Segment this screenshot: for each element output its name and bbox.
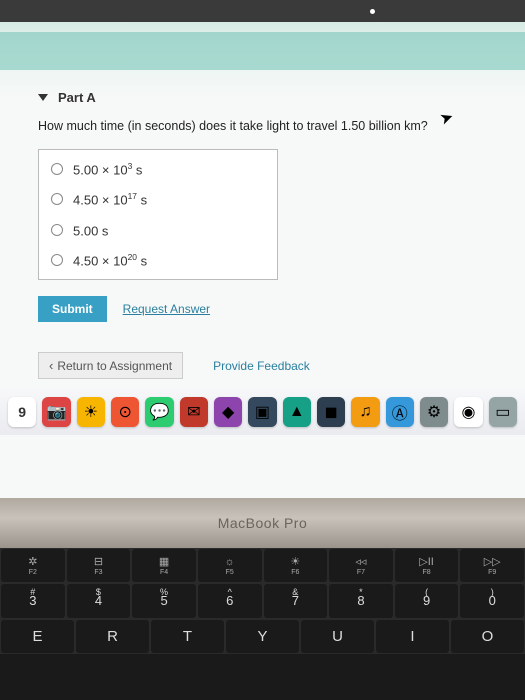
key-e[interactable]: E [1,620,74,653]
key-0[interactable]: )0 [460,584,524,617]
key-f2[interactable]: ✲F2 [1,549,65,582]
letter-row: E R T Y U I O [0,619,525,654]
key-u[interactable]: U [301,620,374,653]
key-r[interactable]: R [76,620,149,653]
option-text: 5.00 × 103 s [73,161,142,177]
option-2[interactable]: 4.50 × 1017 s [39,184,277,214]
option-text: 5.00 s [73,222,108,238]
key-5[interactable]: %5 [132,584,196,617]
option-4[interactable]: 4.50 × 1020 s [39,245,277,275]
question-text: How much time (in seconds) does it take … [38,119,495,133]
dock-app-icon[interactable]: ⊙ [111,397,139,427]
submit-button[interactable]: Submit [38,296,107,322]
dock-settings-icon[interactable]: ⚙ [420,397,448,427]
footer-actions: ‹ Return to Assignment Provide Feedback [38,352,495,379]
key-3[interactable]: #3 [1,584,65,617]
action-row: Submit Request Answer [38,296,495,322]
radio-icon[interactable] [51,193,63,205]
option-text: 4.50 × 1020 s [73,252,147,268]
dock-app-icon[interactable]: 📷 [42,397,70,427]
caret-down-icon [38,94,48,101]
calendar-day: 9 [18,405,26,419]
option-3[interactable]: 5.00 s [39,215,277,245]
indicator-dot [370,9,375,14]
radio-icon[interactable] [51,254,63,266]
dock-appstore-icon[interactable]: Ⓐ [386,397,414,427]
dock-music-icon[interactable]: ♫ [351,397,379,427]
chevron-left-icon: ‹ [49,358,53,373]
answer-options: 5.00 × 103 s 4.50 × 1017 s 5.00 s 4.50 ×… [38,149,278,280]
function-row: ✲F2 ⊟F3 ▦F4 ☼F5 ☀F6 ◃◃F7 ▷IIF8 ▷▷F9 [0,548,525,583]
header-band [0,32,525,70]
key-4[interactable]: $4 [67,584,131,617]
dock-app-icon[interactable]: ▭ [489,397,517,427]
number-row: #3 $4 %5 ^6 &7 *8 (9 )0 [0,583,525,618]
part-header[interactable]: Part A [38,90,495,105]
dock-app-icon[interactable]: ✉ [180,397,208,427]
dock-app-icon[interactable]: ◼ [317,397,345,427]
browser-bar [0,0,525,22]
keyboard: ✲F2 ⊟F3 ▦F4 ☼F5 ☀F6 ◃◃F7 ▷IIF8 ▷▷F9 #3 $… [0,548,525,654]
screen-area: Part A How much time (in seconds) does i… [0,0,525,498]
key-o[interactable]: O [451,620,524,653]
key-8[interactable]: *8 [329,584,393,617]
dock-app-icon[interactable]: ☀ [77,397,105,427]
key-7[interactable]: &7 [264,584,328,617]
key-f3[interactable]: ⊟F3 [67,549,131,582]
laptop-hinge: MacBook Pro [0,498,525,548]
key-f6[interactable]: ☀F6 [264,549,328,582]
part-label: Part A [58,90,96,105]
feedback-link[interactable]: Provide Feedback [213,359,310,373]
radio-icon[interactable] [51,224,63,236]
key-t[interactable]: T [151,620,224,653]
key-f7[interactable]: ◃◃F7 [329,549,393,582]
request-answer-link[interactable]: Request Answer [123,302,210,316]
key-f5[interactable]: ☼F5 [198,549,262,582]
key-y[interactable]: Y [226,620,299,653]
key-f4[interactable]: ▦F4 [132,549,196,582]
return-label: Return to Assignment [57,359,172,373]
key-9[interactable]: (9 [395,584,459,617]
dock-app-icon[interactable]: ▣ [248,397,276,427]
key-f9[interactable]: ▷▷F9 [460,549,524,582]
radio-icon[interactable] [51,163,63,175]
option-text: 4.50 × 1017 s [73,191,147,207]
dock-app-icon[interactable]: ▲ [283,397,311,427]
dock-app-icon[interactable]: ◆ [214,397,242,427]
dock-calendar-icon[interactable]: 9 [8,397,36,427]
key-6[interactable]: ^6 [198,584,262,617]
macos-dock: 9 📷 ☀ ⊙ 💬 ✉ ◆ ▣ ▲ ◼ ♫ Ⓐ ⚙ ◉ ▭ [0,389,525,435]
key-i[interactable]: I [376,620,449,653]
key-f8[interactable]: ▷IIF8 [395,549,459,582]
laptop-label: MacBook Pro [218,515,308,531]
option-1[interactable]: 5.00 × 103 s [39,154,277,184]
dock-messages-icon[interactable]: 💬 [145,397,173,427]
return-button[interactable]: ‹ Return to Assignment [38,352,183,379]
dock-chrome-icon[interactable]: ◉ [454,397,482,427]
